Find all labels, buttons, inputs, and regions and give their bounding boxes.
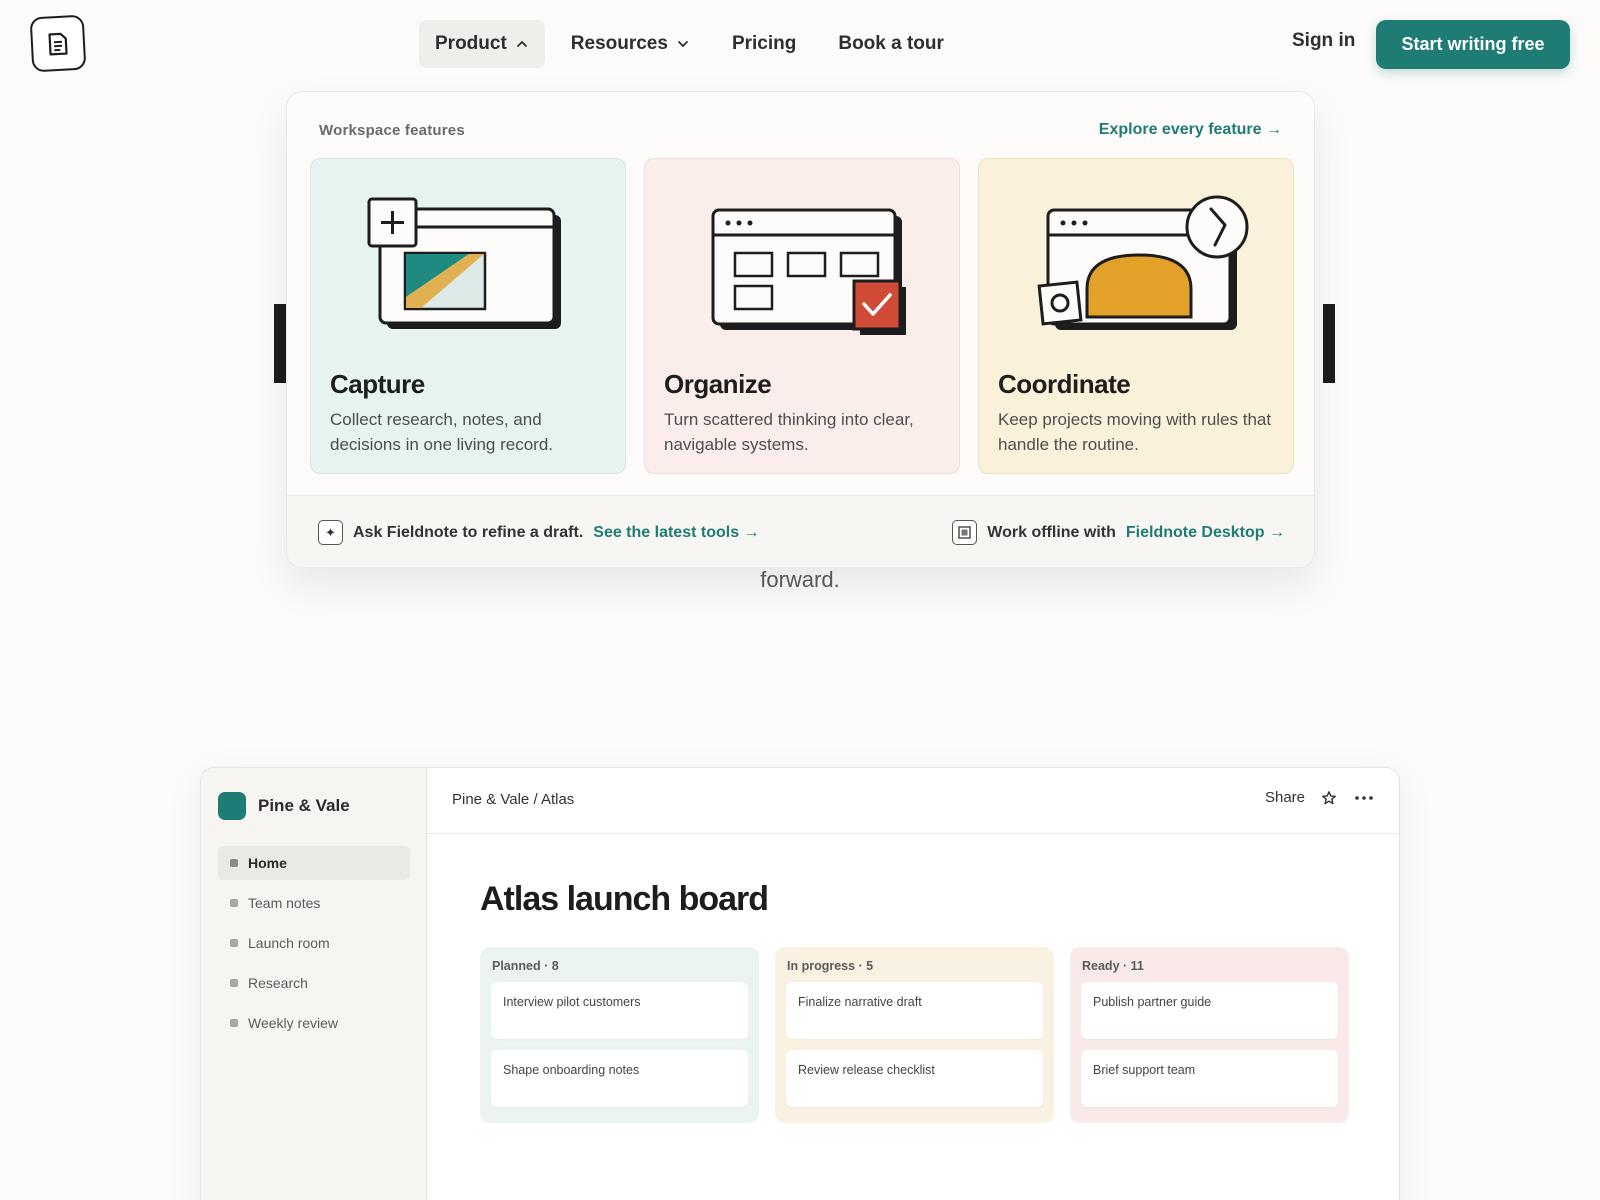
app-preview: Pine & Vale Home Team notes Launch room … — [200, 767, 1400, 1200]
page-title: Atlas launch board — [480, 880, 769, 918]
kanban-column-planned: Planned · 8 Interview pilot customers Sh… — [480, 947, 759, 1123]
kanban-column-in-progress: In progress · 5 Finalize narrative draft… — [775, 947, 1054, 1123]
breadcrumb[interactable]: Pine & Vale / Atlas — [452, 791, 574, 808]
card-title: Coordinate — [998, 369, 1131, 399]
sign-in-link[interactable]: Sign in — [1292, 30, 1355, 52]
feature-cards: Capture Collect research, notes, and dec… — [310, 158, 1294, 474]
coordinate-clock-illustration — [1037, 195, 1249, 330]
card-title: Organize — [664, 369, 772, 399]
dropdown-footer: ✦ Ask Fieldnote to refine a draft. See t… — [287, 495, 1314, 567]
explore-features-link[interactable]: Explore every feature → — [1099, 121, 1282, 139]
nav-item-label: Book a tour — [838, 33, 944, 54]
card-title: Capture — [330, 369, 425, 399]
nav-item-product[interactable]: Product — [419, 20, 545, 68]
desktop-app-link[interactable]: Fieldnote Desktop → — [1126, 524, 1285, 542]
footer-ai-tools: ✦ Ask Fieldnote to refine a draft. See t… — [318, 520, 760, 545]
column-header: In progress · 5 — [787, 959, 874, 973]
feature-card-capture[interactable]: Capture Collect research, notes, and dec… — [310, 158, 626, 474]
site-header: Product Resources Pricing Book a tour Si… — [0, 0, 1600, 90]
desktop-app-icon — [952, 520, 978, 545]
page-bullet-icon — [230, 1019, 238, 1027]
sidebar-item-launch-room[interactable]: Launch room — [218, 926, 410, 960]
hero-headline-fragment-right — [1323, 304, 1335, 383]
sidebar-item-label: Weekly review — [248, 1015, 338, 1031]
card-description: Turn scattered thinking into clear, navi… — [664, 410, 914, 454]
page-actions: Share — [1265, 789, 1375, 806]
sidebar-item-label: Team notes — [248, 895, 321, 911]
sidebar-item-home[interactable]: Home — [218, 846, 410, 880]
footer-left-text: Ask Fieldnote to refine a draft. — [353, 523, 584, 541]
note-document-icon — [48, 32, 68, 56]
organize-grid-illustration — [711, 208, 906, 335]
app-main: Pine & Vale / Atlas Share Atlas launch b… — [427, 768, 1399, 1200]
workspace-logo — [218, 792, 246, 820]
latest-tools-link[interactable]: See the latest tools → — [593, 524, 759, 542]
nav-item-pricing[interactable]: Pricing — [716, 20, 812, 68]
app-sidebar: Pine & Vale Home Team notes Launch room … — [201, 768, 427, 1200]
hero-headline-fragment-left — [274, 304, 286, 383]
sidebar-list: Home Team notes Launch room Research Wee… — [218, 846, 410, 1046]
product-dropdown: Workspace features Explore every feature… — [286, 91, 1315, 568]
sidebar-item-label: Research — [248, 975, 308, 991]
feature-card-coordinate[interactable]: Coordinate Keep projects moving with rul… — [978, 158, 1294, 474]
task-card[interactable]: Publish partner guide — [1081, 982, 1338, 1039]
feature-card-organize[interactable]: Organize Turn scattered thinking into cl… — [644, 158, 960, 474]
task-card[interactable]: Brief support team — [1081, 1050, 1338, 1107]
footer-desktop-app: Work offline with Fieldnote Desktop → — [952, 520, 1285, 545]
sidebar-item-weekly-review[interactable]: Weekly review — [218, 1006, 410, 1040]
app-topbar: Pine & Vale / Atlas Share — [427, 768, 1399, 834]
sidebar-item-research[interactable]: Research — [218, 966, 410, 1000]
more-horizontal-icon[interactable] — [1353, 790, 1375, 806]
kanban-board: Planned · 8 Interview pilot customers Sh… — [480, 947, 1349, 1123]
sidebar-item-label: Home — [248, 855, 287, 871]
workspace-switcher[interactable]: Pine & Vale — [218, 792, 350, 820]
hero-subtitle-fragment: forward. — [760, 567, 840, 592]
task-card[interactable]: Shape onboarding notes — [491, 1050, 748, 1107]
nav-item-label: Resources — [570, 33, 668, 54]
primary-nav: Product Resources Pricing Book a tour — [419, 20, 960, 68]
star-icon[interactable] — [1321, 790, 1337, 806]
nav-item-book-tour[interactable]: Book a tour — [822, 20, 960, 68]
card-description: Collect research, notes, and decisions i… — [330, 410, 554, 454]
kanban-column-ready: Ready · 11 Publish partner guide Brief s… — [1070, 947, 1349, 1123]
card-description: Keep projects moving with rules that han… — [998, 410, 1272, 454]
task-card[interactable]: Review release checklist — [786, 1050, 1043, 1107]
nav-item-label: Pricing — [731, 33, 797, 54]
nav-item-label: Product — [435, 33, 507, 54]
chevron-up-icon — [516, 41, 527, 47]
page-bullet-icon — [230, 939, 238, 947]
page-bullet-icon — [230, 979, 238, 987]
column-header: Planned · 8 — [492, 959, 559, 973]
page-bullet-icon — [230, 859, 238, 867]
dropdown-heading: Workspace features — [319, 122, 465, 139]
task-card[interactable]: Finalize narrative draft — [786, 982, 1043, 1039]
share-button[interactable]: Share — [1265, 789, 1305, 806]
brand-logo[interactable] — [29, 14, 87, 73]
workspace-name: Pine & Vale — [258, 796, 350, 815]
chevron-down-icon — [678, 41, 688, 47]
task-card[interactable]: Interview pilot customers — [491, 982, 748, 1039]
nav-item-resources[interactable]: Resources — [555, 20, 706, 68]
capture-window-illustration — [367, 197, 561, 329]
page-bullet-icon — [230, 899, 238, 907]
sidebar-item-team-notes[interactable]: Team notes — [218, 886, 410, 920]
column-header: Ready · 11 — [1082, 959, 1144, 973]
start-writing-button[interactable]: Start writing free — [1376, 20, 1570, 69]
footer-right-text: Work offline with — [987, 523, 1116, 541]
sidebar-item-label: Launch room — [248, 935, 330, 951]
sparkle-icon: ✦ — [318, 520, 343, 545]
